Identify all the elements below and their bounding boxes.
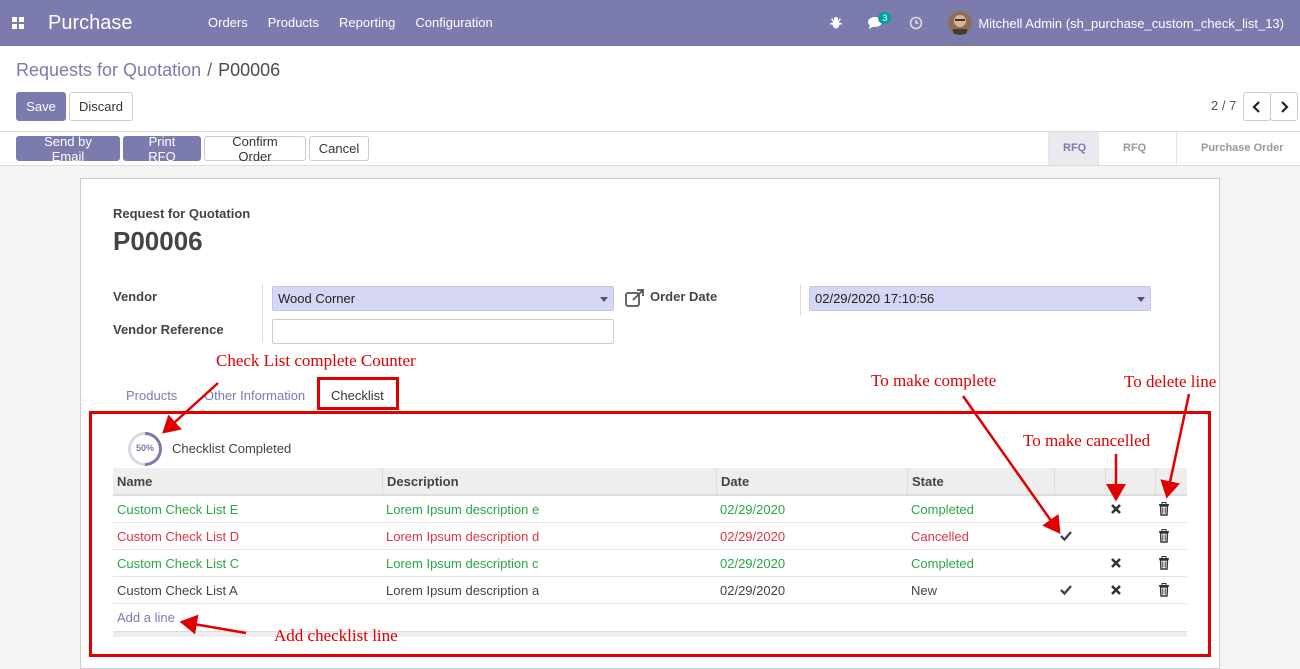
field-divider-right xyxy=(800,284,801,316)
stage-rfq: RFQ xyxy=(1048,132,1098,165)
field-divider-left xyxy=(262,284,263,342)
document-type-label: Request for Quotation xyxy=(113,206,251,221)
breadcrumb-parent[interactable]: Requests for Quotation xyxy=(16,60,201,81)
vendor-value: Wood Corner xyxy=(278,291,356,306)
stage-purchase-order: Purchase Order xyxy=(1176,132,1300,165)
chat-messages-icon[interactable]: 3 xyxy=(856,0,896,46)
control-panel: Requests for Quotation / P00006 Save Dis… xyxy=(0,46,1300,132)
vendor-reference-label: Vendor Reference xyxy=(113,322,224,337)
statusbar: Send by Email Print RFQ Confirm Order Ca… xyxy=(0,132,1300,187)
caret-down-icon xyxy=(600,297,608,302)
menu-configuration[interactable]: Configuration xyxy=(405,0,502,46)
confirm-order-button[interactable]: Confirm Order xyxy=(204,134,306,164)
vendor-reference-input[interactable] xyxy=(272,319,614,344)
save-button[interactable]: Save xyxy=(16,92,66,121)
tab-products[interactable]: Products xyxy=(126,388,177,403)
annotation-make-complete: To make complete xyxy=(871,371,997,390)
menu-reporting[interactable]: Reporting xyxy=(329,0,405,46)
chat-badge: 3 xyxy=(878,12,892,24)
checklist-tab-highlight xyxy=(317,377,399,410)
print-rfq-button[interactable]: Print RFQ xyxy=(123,134,201,164)
send-by-email-button[interactable]: Send by Email xyxy=(16,134,120,164)
chevron-right-icon xyxy=(1281,100,1289,113)
annotation-make-cancelled: To make cancelled xyxy=(1023,431,1151,450)
status-stages: RFQ RFQ Sent Purchase Order xyxy=(1048,132,1300,187)
activity-clock-icon[interactable] xyxy=(896,0,936,46)
pager-next-button[interactable] xyxy=(1270,92,1298,121)
app-brand[interactable]: Purchase xyxy=(48,12,198,35)
stage-rfq-sent: RFQ Sent xyxy=(1098,132,1176,187)
annotation-delete-line: To delete line xyxy=(1124,372,1217,391)
systray: 3 Mitchell Admin (sh_purchase_custom_che… xyxy=(816,0,1300,46)
main-menu: Orders Products Reporting Configuration xyxy=(198,0,503,46)
user-name: Mitchell Admin (sh_purchase_custom_check… xyxy=(978,15,1284,31)
vendor-select[interactable]: Wood Corner xyxy=(272,286,614,311)
chevron-left-icon xyxy=(1252,100,1260,113)
pager-value: 2 / 7 xyxy=(1211,98,1237,113)
external-link-icon[interactable] xyxy=(625,289,645,307)
user-avatar xyxy=(948,11,973,35)
order-date-label: Order Date xyxy=(650,289,718,304)
user-menu[interactable]: Mitchell Admin (sh_purchase_custom_check… xyxy=(948,11,1284,35)
document-name: P00006 xyxy=(113,226,203,256)
breadcrumb: Requests for Quotation / P00006 xyxy=(16,60,280,81)
caret-down-icon xyxy=(1137,297,1145,302)
order-date-value: 02/29/2020 17:10:56 xyxy=(815,291,935,306)
menu-orders[interactable]: Orders xyxy=(198,0,258,46)
annotation-add-line: Add checklist line xyxy=(274,626,398,645)
tab-other-information[interactable]: Other Information xyxy=(204,388,305,403)
order-date-select[interactable]: 02/29/2020 17:10:56 xyxy=(809,286,1151,311)
breadcrumb-separator: / xyxy=(207,60,213,80)
breadcrumb-current: P00006 xyxy=(218,60,281,80)
top-navbar: Purchase Orders Products Reporting Confi… xyxy=(0,0,1300,46)
cancel-order-button[interactable]: Cancel xyxy=(309,136,369,161)
vendor-label: Vendor xyxy=(113,289,158,304)
apps-menu-icon[interactable] xyxy=(2,0,34,46)
annotation-counter: Check List complete Counter xyxy=(216,351,416,370)
menu-products[interactable]: Products xyxy=(258,0,329,46)
debug-bug-icon[interactable] xyxy=(816,0,856,46)
pager-previous-button[interactable] xyxy=(1243,92,1271,121)
discard-button[interactable]: Discard xyxy=(69,92,133,121)
